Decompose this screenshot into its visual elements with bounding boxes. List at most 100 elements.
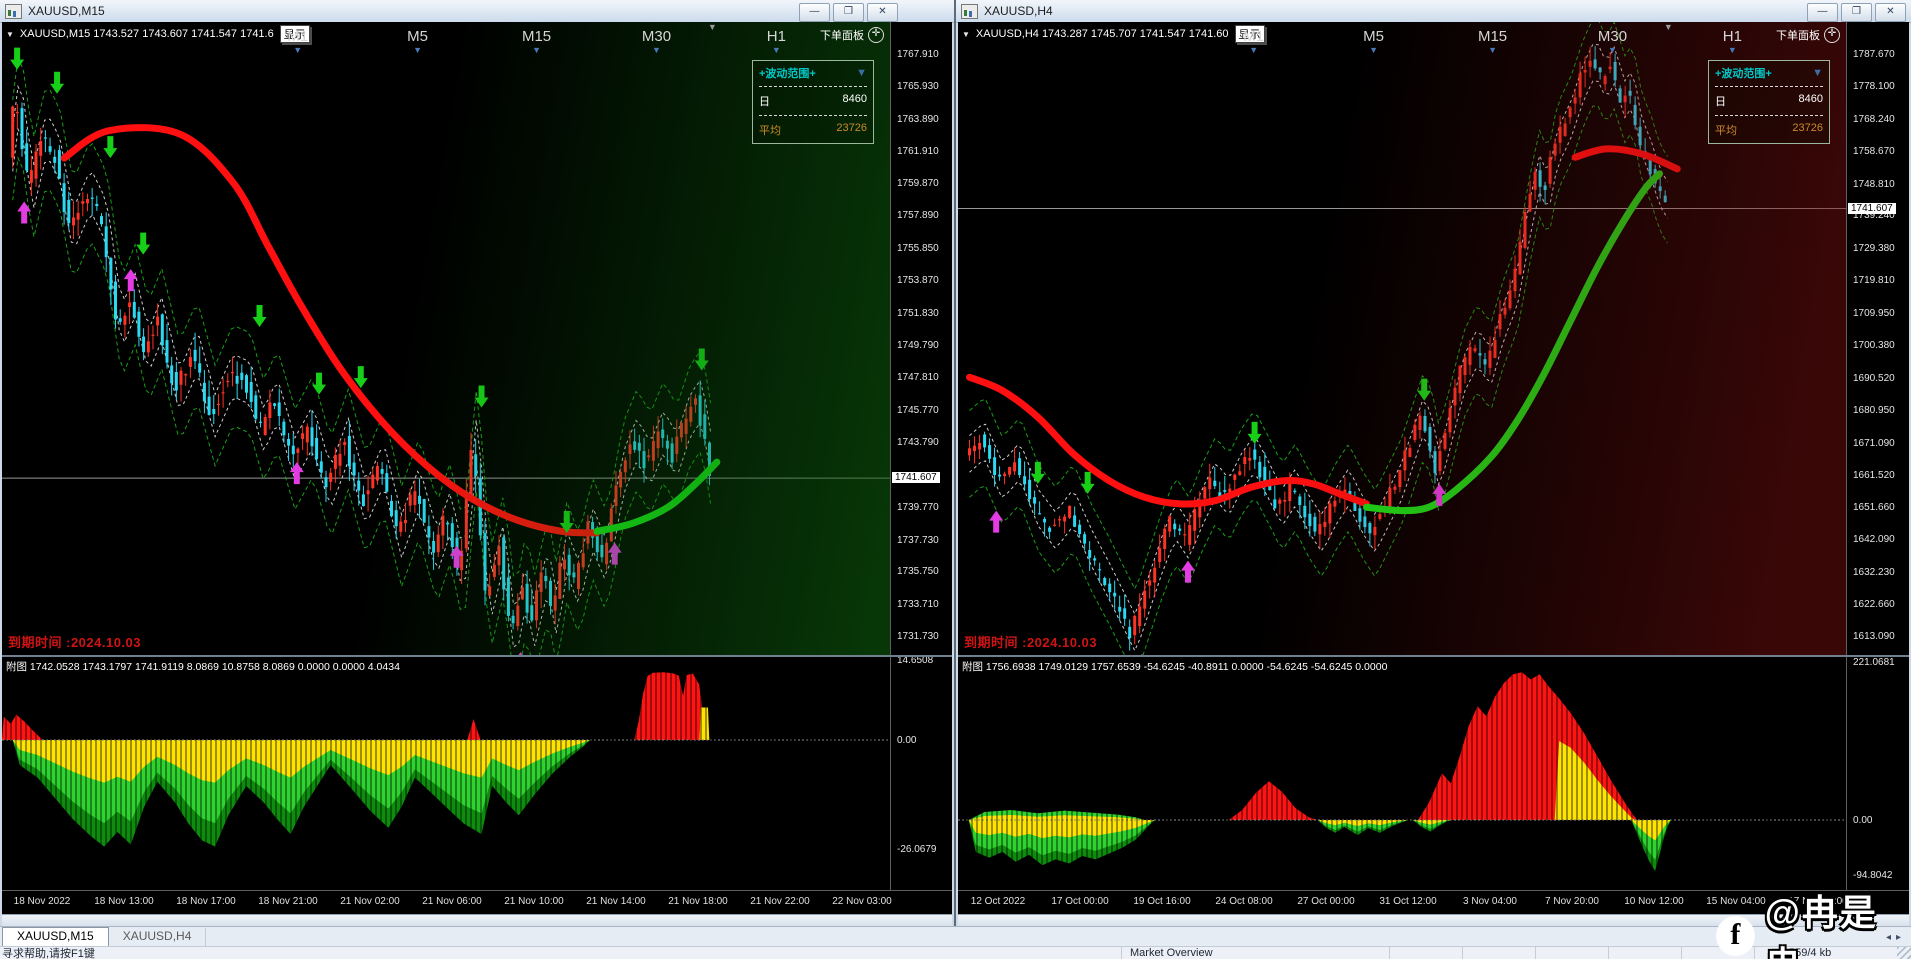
time-axis-label: 21 Nov 02:00	[340, 896, 400, 907]
daily-range-value: 8460	[1798, 93, 1823, 105]
order-panel-button[interactable]: 下单面板 ✛	[1776, 27, 1840, 43]
price-axis-label: 1747.810	[897, 372, 939, 384]
price-axis-label: 1700.380	[1853, 339, 1895, 351]
volatility-info-box[interactable]: +波动范围+ ▼ 日 8460 平均 23726	[752, 60, 874, 144]
price-axis-label: 1749.790	[897, 340, 939, 352]
time-axis-label: 22 Nov 03:00	[832, 896, 892, 907]
chart-window-h4: XAUUSD,H4 — ❐ ✕ ▼ XAUUSD,H4 1743.287 174…	[956, 0, 1911, 927]
time-axis[interactable]: 18 Nov 2022 18 Nov 13:00 18 Nov 17:00 18 No…	[2, 890, 952, 915]
timeframe-label: M15	[521, 28, 552, 45]
price-axis-label: 1735.750	[897, 566, 939, 578]
indicator-window[interactable]	[2, 672, 890, 890]
chart-area: ▼ XAUUSD,M15 1743.527 1743.607 1741.547 …	[2, 22, 952, 927]
ohlc-text: XAUUSD,M15 1743.527 1743.607 1741.547 17…	[19, 28, 274, 40]
close-button[interactable]: ✕	[867, 3, 898, 22]
timeframe-label: M5	[1363, 28, 1384, 45]
indicator-scale-label: 221.0681	[1853, 657, 1895, 668]
triangle-down-icon: ▼	[1249, 45, 1259, 55]
close-button[interactable]: ✕	[1875, 3, 1906, 22]
price-axis-label: 1729.380	[1853, 243, 1895, 255]
daily-range-value: 8460	[842, 93, 867, 105]
volatility-info-box[interactable]: +波动范围+ ▼ 日 8460 平均 23726	[1708, 60, 1830, 144]
price-axis-label: 1661.520	[1853, 469, 1895, 481]
indicator-window[interactable]	[958, 672, 1846, 890]
average-range-value: 23726	[836, 122, 867, 134]
time-axis-label: 27 Oct 00:00	[1297, 896, 1355, 907]
timeframe-label: M5	[407, 28, 428, 45]
timeframe-label: M30	[1597, 28, 1628, 45]
price-axis-label: 1761.910	[897, 145, 939, 157]
status-cell	[1390, 947, 1463, 959]
time-axis-label: 21 Nov 10:00	[504, 896, 564, 907]
price-plot[interactable]: ▼ XAUUSD,M15 1743.527 1743.607 1741.547 …	[2, 22, 890, 655]
chart-shift-marker-icon[interactable]: ▼	[708, 22, 717, 32]
collapse-triangle-icon[interactable]: ▼	[962, 30, 970, 39]
price-axis[interactable]: 1787.670 1778.100 1768.240 1758.670 1748.810…	[1846, 22, 1909, 914]
triangle-down-icon: ▼	[413, 45, 423, 55]
timeframe-button-h1[interactable]: H1 ▼	[767, 29, 786, 55]
timeframe-label: M30	[641, 28, 672, 45]
price-axis-label: 1751.830	[897, 307, 939, 319]
dashed-separator	[1715, 86, 1823, 87]
timeframe-label: H1	[766, 28, 786, 45]
price-axis-label: 1737.730	[897, 534, 939, 546]
order-panel-button[interactable]: 下单面板 ✛	[820, 27, 884, 43]
time-axis-label: 18 Nov 13:00	[94, 896, 154, 907]
ohlc-text: XAUUSD,H4 1743.287 1745.707 1741.547 174…	[975, 28, 1229, 40]
tab-xauusd-m15[interactable]: XAUUSD,M15	[2, 927, 109, 946]
time-axis-label: 21 Nov 14:00	[586, 896, 646, 907]
timeframe-button-m30[interactable]: M30 ▼	[1598, 29, 1627, 55]
timeframe-button-m5[interactable]: M5 ▼	[407, 29, 428, 55]
timeframe-button-m15[interactable]: M15 ▼	[522, 29, 551, 55]
price-axis[interactable]: 1767.910 1765.930 1763.890 1761.910 1759.870…	[890, 22, 952, 914]
price-axis-label: 1651.660	[1853, 502, 1895, 514]
order-panel-label: 下单面板	[1776, 30, 1820, 42]
timeframe-button-h1[interactable]: H1 ▼	[1723, 29, 1742, 55]
price-axis-label: 1642.090	[1853, 534, 1895, 546]
timeframe-label: M15	[1477, 28, 1508, 45]
time-axis-label: 17 Oct 00:00	[1051, 896, 1109, 907]
timeframe-button-m5[interactable]: M5 ▼	[1363, 29, 1384, 55]
timeframe-button-m15[interactable]: M15 ▼	[1478, 29, 1507, 55]
price-axis-label: 1755.850	[897, 242, 939, 254]
time-axis-label: 3 Nov 04:00	[1463, 896, 1517, 907]
indicator-header: 附图 1742.0528 1743.1797 1741.9119 8.0869 …	[6, 661, 400, 673]
current-price-tag: 1741.607	[1848, 202, 1896, 214]
volatility-collapse-icon[interactable]: ▼	[1812, 67, 1823, 79]
chart-shift-marker-icon[interactable]: ▼	[1664, 22, 1673, 32]
time-axis-label: 18 Nov 2022	[13, 896, 71, 907]
time-axis-label: 19 Oct 16:00	[1133, 896, 1191, 907]
price-axis-label: 1690.520	[1853, 372, 1895, 384]
triangle-down-icon: ▼	[293, 45, 303, 55]
tab-xauusd-h4[interactable]: XAUUSD,H4	[109, 928, 207, 946]
time-axis-label: 12 Oct 2022	[970, 896, 1026, 907]
price-axis-label: 1748.810	[1853, 178, 1895, 190]
price-axis-label: 1671.090	[1853, 437, 1895, 449]
volatility-collapse-icon[interactable]: ▼	[856, 67, 867, 79]
window-titlebar[interactable]: XAUUSD,H4 — ❐ ✕	[956, 0, 1911, 23]
price-axis-label: 1778.100	[1853, 80, 1895, 92]
collapse-triangle-icon[interactable]: ▼	[6, 30, 14, 39]
timeframe-button-m30[interactable]: M30 ▼	[642, 29, 671, 55]
ohlc-header: ▼ XAUUSD,H4 1743.287 1745.707 1741.547 1…	[962, 25, 1265, 43]
chart-area: ▼ XAUUSD,H4 1743.287 1745.707 1741.547 1…	[958, 22, 1909, 927]
timeframe-button-m1[interactable]: M1 ▼	[1243, 29, 1264, 55]
triangle-down-icon: ▼	[1369, 45, 1379, 55]
subwindow-divider[interactable]	[958, 655, 1909, 657]
subwindow-divider[interactable]	[2, 655, 952, 657]
restore-button[interactable]: ❐	[1841, 3, 1872, 22]
price-axis-label: 1759.870	[897, 178, 939, 190]
minimize-button[interactable]: —	[1807, 3, 1838, 22]
triangle-down-icon: ▼	[1727, 45, 1737, 55]
time-axis-label: 18 Nov 17:00	[176, 896, 236, 907]
restore-button[interactable]: ❐	[833, 3, 864, 22]
minimize-button[interactable]: —	[799, 3, 830, 22]
indicator-header: 附图 1756.6938 1749.0129 1757.6539 -54.624…	[962, 661, 1388, 673]
window-titlebar[interactable]: XAUUSD,M15 — ❐ ✕	[0, 0, 954, 23]
time-axis-label: 21 Nov 06:00	[422, 896, 482, 907]
daily-range-label: 日	[1715, 96, 1726, 108]
status-help-text: 寻求帮助,请按F1键	[0, 947, 1122, 959]
timeframe-button-m1[interactable]: M1 ▼	[287, 29, 308, 55]
price-plot[interactable]: ▼ XAUUSD,H4 1743.287 1745.707 1741.547 1…	[958, 22, 1846, 655]
price-axis-label: 1622.660	[1853, 599, 1895, 611]
